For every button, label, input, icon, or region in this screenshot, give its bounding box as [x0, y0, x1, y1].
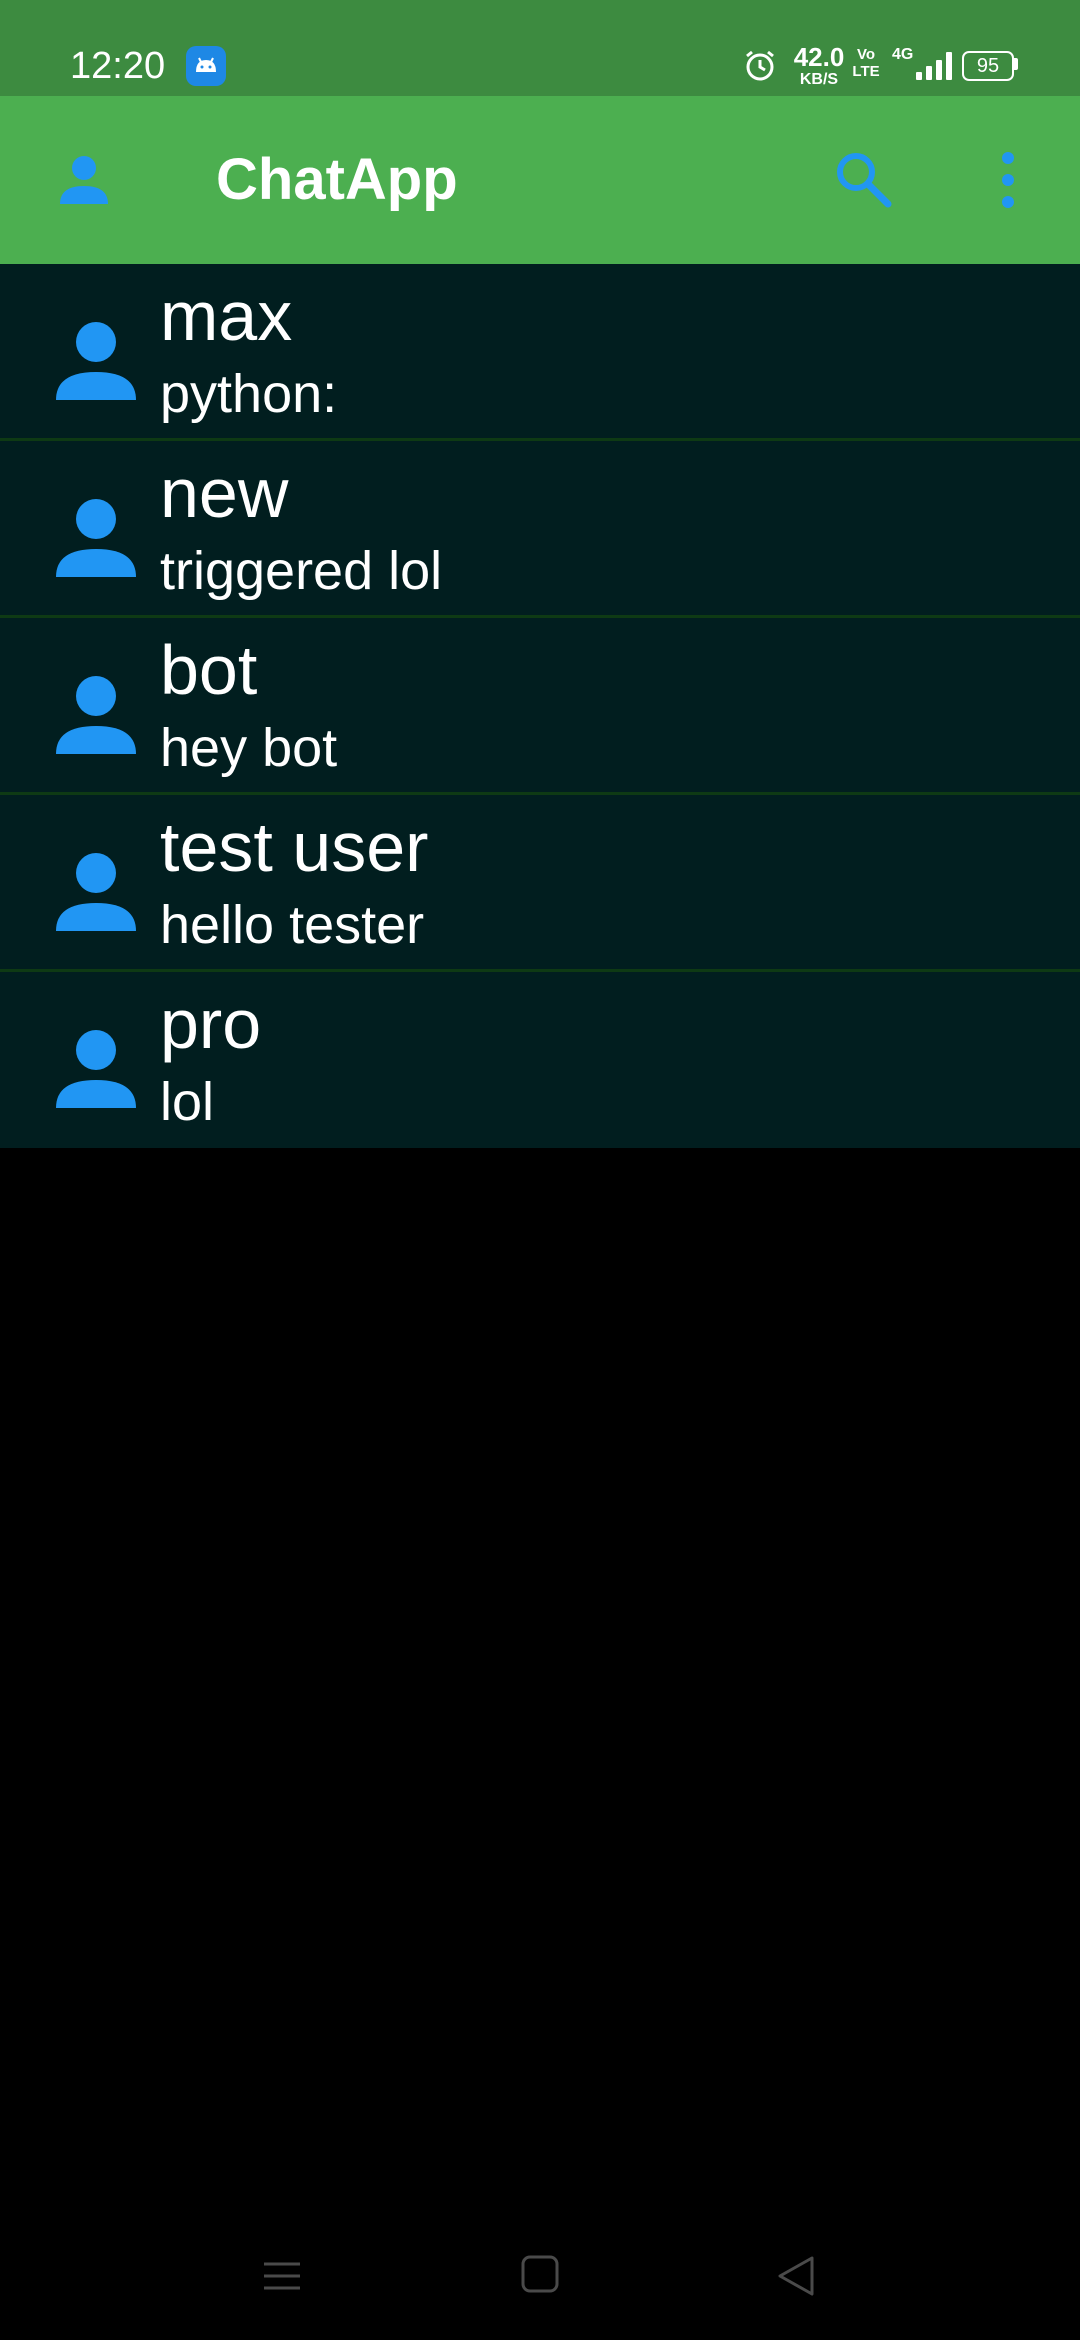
chat-item-bot[interactable]: bot hey bot [0, 618, 1080, 795]
chat-last-message: python: [160, 364, 338, 424]
network-speed: 42.0 KB/S [784, 44, 854, 88]
volte-bottom: LTE [852, 63, 880, 80]
battery-icon: 95 [962, 51, 1014, 81]
navigation-bar [0, 2220, 1080, 2340]
volte-top: Vo [856, 46, 876, 63]
chat-last-message: lol [160, 1072, 215, 1132]
volte-indicator: Vo LTE [848, 46, 884, 80]
app-notification-icon [186, 46, 226, 86]
chat-last-message: triggered lol [160, 541, 443, 601]
network-speed-value: 42.0 [793, 42, 845, 72]
chat-name: max [160, 277, 293, 355]
chat-last-message: hey bot [160, 718, 338, 778]
battery-nub [1014, 58, 1018, 70]
chat-last-message: hello tester [160, 895, 425, 955]
avatar-icon [54, 1028, 138, 1112]
chat-item-new[interactable]: new triggered lol [0, 441, 1080, 618]
chat-item-test-user[interactable]: test user hello tester [0, 795, 1080, 972]
battery-level: 95 [976, 55, 1000, 77]
status-icons: 42.0 KB/S Vo LTE 4G 95 [680, 0, 1080, 96]
more-vert-icon[interactable] [992, 148, 1024, 212]
menu-icon[interactable] [262, 2256, 302, 2296]
signal-icon: 4G [892, 44, 958, 84]
status-bar: 12:20 42.0 KB/S Vo LTE 4G 95 [0, 0, 1080, 96]
back-icon[interactable] [776, 2254, 816, 2298]
status-time: 12:20 [70, 45, 166, 87]
profile-icon[interactable] [56, 152, 112, 208]
chat-name: pro [160, 985, 262, 1063]
avatar-icon [54, 674, 138, 758]
chat-item-pro[interactable]: pro lol [0, 972, 1080, 1148]
chat-item-max[interactable]: max python: [0, 264, 1080, 441]
avatar-icon [54, 320, 138, 404]
avatar-icon [54, 497, 138, 581]
app-title: ChatApp [216, 147, 458, 212]
chat-list: max python: new triggered lol bot hey bo… [0, 264, 1080, 1148]
search-icon[interactable] [832, 148, 896, 212]
avatar-icon [54, 851, 138, 935]
chat-name: new [160, 454, 289, 532]
chat-name: bot [160, 631, 258, 709]
chat-name: test user [160, 808, 429, 886]
home-icon[interactable] [520, 2254, 560, 2294]
network-type: 4G [892, 46, 914, 63]
network-speed-unit: KB/S [799, 71, 839, 88]
app-bar: ChatApp [0, 96, 1080, 264]
alarm-icon [742, 48, 778, 84]
